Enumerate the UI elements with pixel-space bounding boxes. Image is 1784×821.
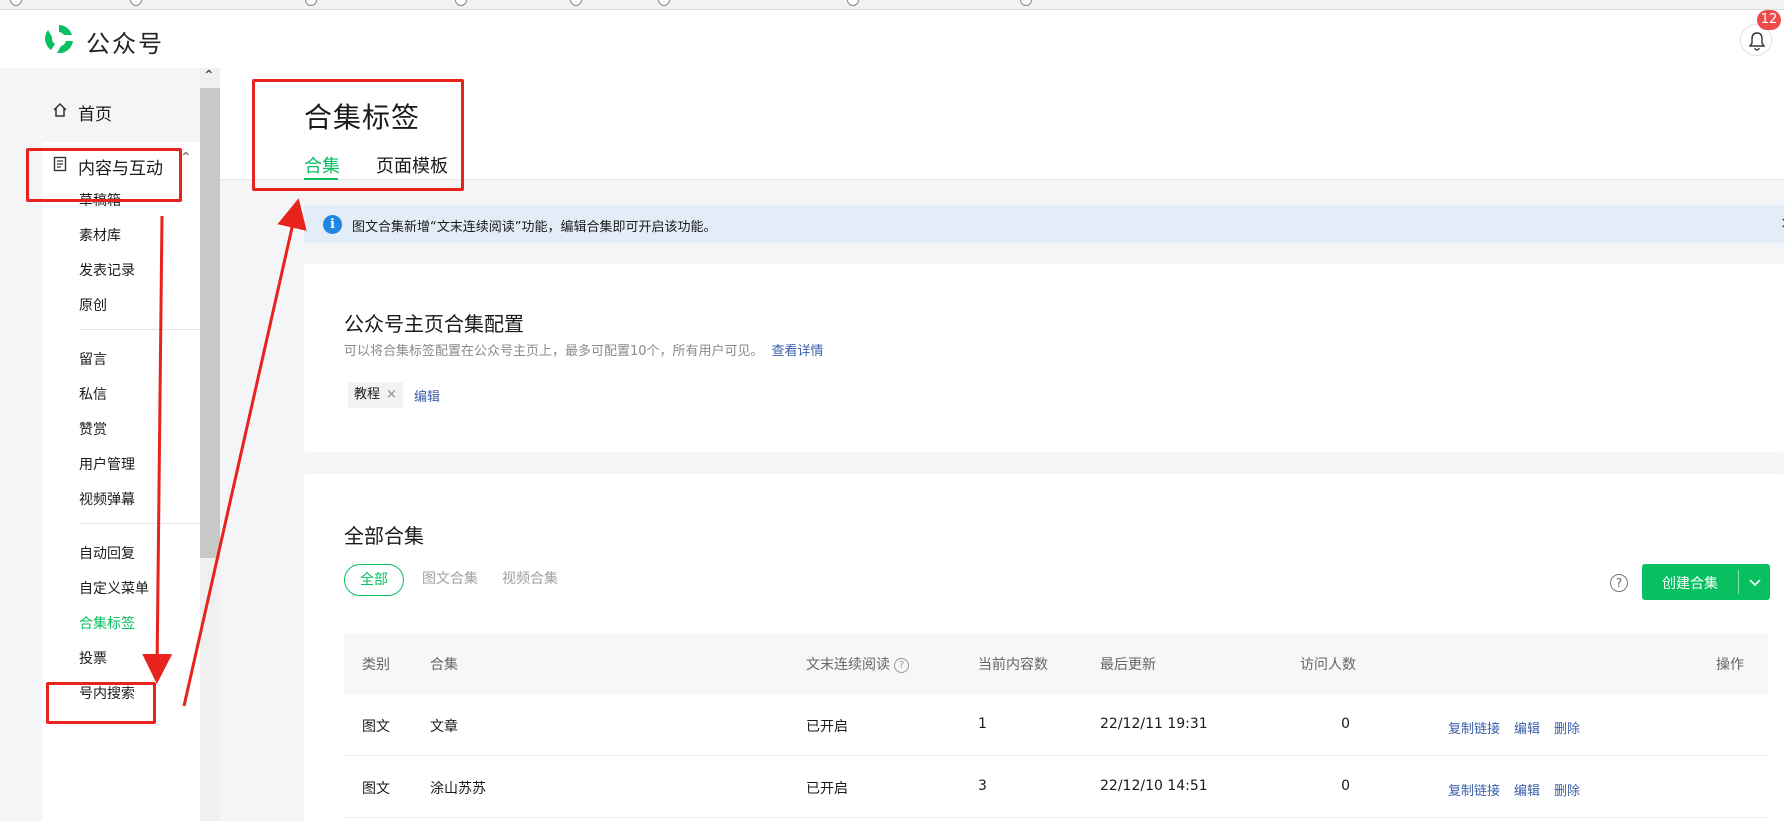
- sidebar-item-vote[interactable]: 投票: [79, 648, 107, 668]
- info-icon: i: [323, 215, 342, 234]
- sidebar-item-collection-tags[interactable]: 合集标签: [79, 613, 135, 633]
- cell-content-count: 3: [978, 778, 987, 794]
- sidebar-item-comments[interactable]: 留言: [79, 349, 107, 369]
- bookmark-favicon[interactable]: [10, 0, 22, 6]
- sidebar-divider: [79, 329, 200, 330]
- bookmark-favicon[interactable]: [130, 0, 142, 6]
- cell-type: 图文: [362, 781, 390, 797]
- column-header-collection: 合集: [430, 657, 458, 673]
- wechat-logo-icon[interactable]: [42, 22, 76, 56]
- tag-label: 教程: [354, 387, 381, 402]
- section-title: 全部合集: [344, 524, 424, 548]
- annotation-box-page-title: [252, 79, 464, 191]
- bell-icon: [1748, 32, 1766, 51]
- cell-type: 图文: [362, 719, 390, 735]
- column-header-visitors: 访问人数: [1300, 657, 1356, 673]
- edit-button[interactable]: 编辑: [1514, 718, 1540, 737]
- column-header-actions: 操作: [1716, 657, 1744, 673]
- bookmark-favicon[interactable]: [847, 0, 859, 6]
- column-header-label: 文末连续阅读: [806, 657, 890, 673]
- notice-text: 图文合集新增“文末连续阅读”功能，编辑合集即可开启该功能。: [352, 220, 717, 235]
- help-icon[interactable]: ?: [1610, 574, 1628, 592]
- cell-collection-name: 文章: [430, 719, 458, 735]
- table-header: 类别 合集 文末连续阅读? 当前内容数 最后更新 访问人数 操作: [344, 634, 1768, 694]
- create-collection-label: 创建合集: [1662, 576, 1718, 592]
- sidebar-item-messages[interactable]: 私信: [79, 384, 107, 404]
- bookmark-favicon[interactable]: [305, 0, 317, 6]
- notice-banner: i 图文合集新增“文末连续阅读”功能，编辑合集即可开启该功能。 ×: [304, 205, 1784, 243]
- cell-visitors: 0: [1341, 716, 1350, 732]
- filter-article-collections[interactable]: 图文合集: [420, 564, 480, 596]
- column-header-content-count: 当前内容数: [978, 657, 1048, 673]
- bookmark-favicon[interactable]: [455, 0, 467, 6]
- delete-button[interactable]: 删除: [1554, 718, 1580, 737]
- cell-continuous-reading: 已开启: [806, 719, 848, 735]
- button-separator: [1738, 570, 1739, 594]
- sidebar-item-home[interactable]: 首页: [42, 80, 200, 142]
- close-icon[interactable]: ×: [1780, 213, 1784, 232]
- section-title: 公众号主页合集配置: [344, 312, 524, 336]
- notification-badge: 12: [1757, 10, 1781, 30]
- top-bar: 公众号: [0, 10, 1784, 68]
- view-details-link[interactable]: 查看详情: [772, 344, 824, 359]
- sidebar-item-label: 首页: [78, 105, 112, 125]
- create-collection-button[interactable]: 创建合集: [1642, 564, 1770, 600]
- filter-all[interactable]: 全部: [344, 564, 404, 596]
- annotation-box-collection-tags: [46, 682, 156, 724]
- sidebar-item-video-danmaku[interactable]: 视频弹幕: [79, 489, 135, 509]
- cell-last-updated: 22/12/11 19:31: [1100, 716, 1208, 732]
- sidebar-item-rewards[interactable]: 赞赏: [79, 419, 107, 439]
- home-icon: [53, 102, 67, 117]
- sidebar-item-materials[interactable]: 素材库: [79, 225, 121, 245]
- column-header-last-updated: 最后更新: [1100, 657, 1156, 673]
- chevron-down-icon[interactable]: [1748, 572, 1762, 592]
- filter-video-collections[interactable]: 视频合集: [500, 564, 560, 596]
- bookmark-favicon[interactable]: [658, 0, 670, 6]
- sidebar-item-publish-records[interactable]: 发表记录: [79, 260, 135, 280]
- delete-button[interactable]: 删除: [1554, 780, 1580, 799]
- copy-link-button[interactable]: 复制链接: [1448, 718, 1500, 737]
- cell-visitors: 0: [1341, 778, 1350, 794]
- sidebar-item-auto-reply[interactable]: 自动回复: [79, 543, 135, 563]
- column-header-type: 类别: [362, 657, 390, 673]
- sidebar-item-user-management[interactable]: 用户管理: [79, 454, 135, 474]
- sidebar-divider: [79, 523, 200, 524]
- homepage-config-card: 公众号主页合集配置 可以将合集标签配置在公众号主页上，最多可配置10个，所有用户…: [304, 264, 1784, 452]
- cell-continuous-reading: 已开启: [806, 781, 848, 797]
- description-text: 可以将合集标签配置在公众号主页上，最多可配置10个，所有用户可见。: [344, 344, 764, 359]
- section-description: 可以将合集标签配置在公众号主页上，最多可配置10个，所有用户可见。 查看详情: [344, 340, 824, 359]
- cell-last-updated: 22/12/10 14:51: [1100, 778, 1208, 794]
- bookmark-favicon[interactable]: [570, 0, 582, 6]
- edit-button[interactable]: 编辑: [1514, 780, 1540, 799]
- remove-tag-icon[interactable]: ×: [386, 387, 397, 402]
- scroll-up-icon[interactable]: ⌃: [203, 68, 215, 84]
- edit-tags-link[interactable]: 编辑: [414, 386, 440, 405]
- all-collections-card: 全部合集 全部 图文合集 视频合集 ? 创建合集 类别 合集 文末连续阅读? 当…: [304, 474, 1784, 821]
- annotation-box-content-interaction: [26, 148, 182, 202]
- table-row: 图文 涂山苏苏 已开启 3 22/12/10 14:51 0 复制链接 编辑 删…: [344, 756, 1768, 818]
- bookmark-favicon[interactable]: [1020, 0, 1032, 6]
- help-icon[interactable]: ?: [894, 658, 909, 673]
- tag-chip: 教程 ×: [348, 382, 403, 408]
- sidebar-item-custom-menu[interactable]: 自定义菜单: [79, 578, 149, 598]
- browser-bookmarks-strip: [0, 0, 1784, 10]
- sidebar-item-original[interactable]: 原创: [79, 295, 107, 315]
- cell-content-count: 1: [978, 716, 987, 732]
- copy-link-button[interactable]: 复制链接: [1448, 780, 1500, 799]
- column-header-continuous-reading: 文末连续阅读?: [806, 654, 909, 674]
- cell-collection-name: 涂山苏苏: [430, 781, 486, 797]
- table-row: 图文 文章 已开启 1 22/12/11 19:31 0 复制链接 编辑 删除: [344, 694, 1768, 756]
- brand-name: 公众号: [86, 30, 164, 58]
